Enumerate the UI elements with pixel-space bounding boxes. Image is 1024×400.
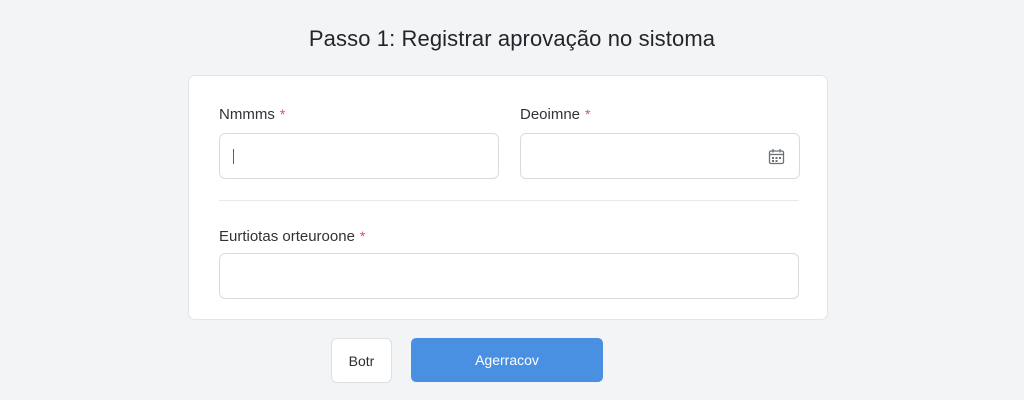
name-label-text: Nmmms	[219, 106, 275, 123]
approval-input[interactable]	[219, 253, 799, 299]
approval-label: Eurtiotas orteuroone *	[219, 228, 365, 245]
date-label-text: Deoimne	[520, 106, 581, 123]
date-input[interactable]	[520, 133, 800, 179]
required-mark: *	[279, 106, 286, 122]
form-card: Nmmms * Deoimne * Eurtiotas orteuroone *	[188, 75, 828, 320]
approval-label-text: Eurtiotas orteuroone	[219, 228, 355, 245]
back-button[interactable]: Botr	[331, 338, 392, 383]
submit-button[interactable]: Agerracov	[411, 338, 603, 382]
section-divider	[219, 200, 799, 201]
required-mark: *	[359, 228, 366, 244]
date-label: Deoimne *	[520, 106, 590, 123]
required-mark: *	[585, 106, 591, 122]
name-input[interactable]	[219, 133, 499, 179]
calendar-icon[interactable]	[768, 148, 785, 165]
name-label: Nmmms *	[219, 106, 285, 123]
text-cursor	[233, 149, 234, 164]
page-title: Passo 1: Registrar aprovação no sistoma	[308, 26, 716, 51]
page: Passo 1: Registrar aprovação no sistoma …	[0, 0, 1024, 400]
